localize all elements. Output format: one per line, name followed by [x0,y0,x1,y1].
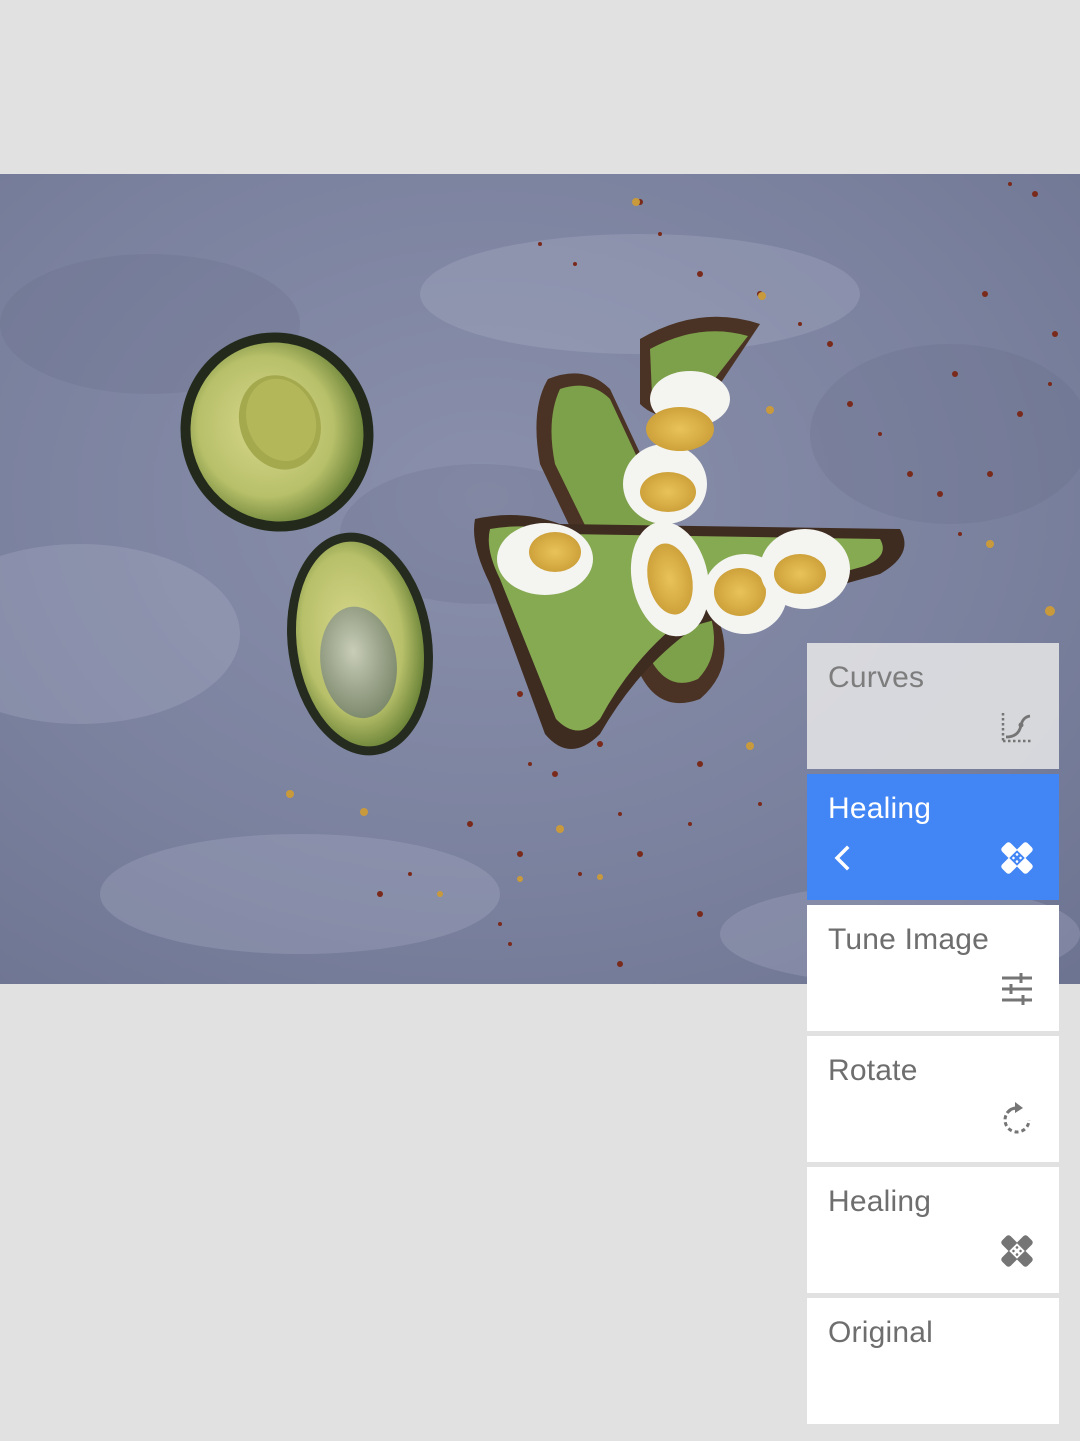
stack-card-label: Rotate [828,1054,918,1087]
stack-card-label: Curves [828,661,925,694]
stack-card-label: Original [828,1316,933,1349]
stack-card-healing-active[interactable]: Healing [807,774,1059,900]
healing-icon [1001,1235,1033,1267]
stack-card-healing[interactable]: Healing [807,1167,1059,1293]
stack-card-curves[interactable]: Curves [807,643,1059,769]
chevron-left-icon[interactable] [823,838,863,878]
rotate-icon [1003,1102,1031,1134]
tune-sliders-icon [1002,973,1032,1005]
stack-card-original[interactable]: Original [807,1298,1059,1424]
stack-card-tune-image[interactable]: Tune Image [807,905,1059,1031]
healing-icon [1001,842,1033,874]
stack-card-rotate[interactable]: Rotate [807,1036,1059,1162]
stack-card-label: Healing [828,792,932,825]
curves-icon [1001,713,1031,743]
stack-card-label: Healing [828,1185,932,1218]
stack-card-label: Tune Image [828,923,989,956]
